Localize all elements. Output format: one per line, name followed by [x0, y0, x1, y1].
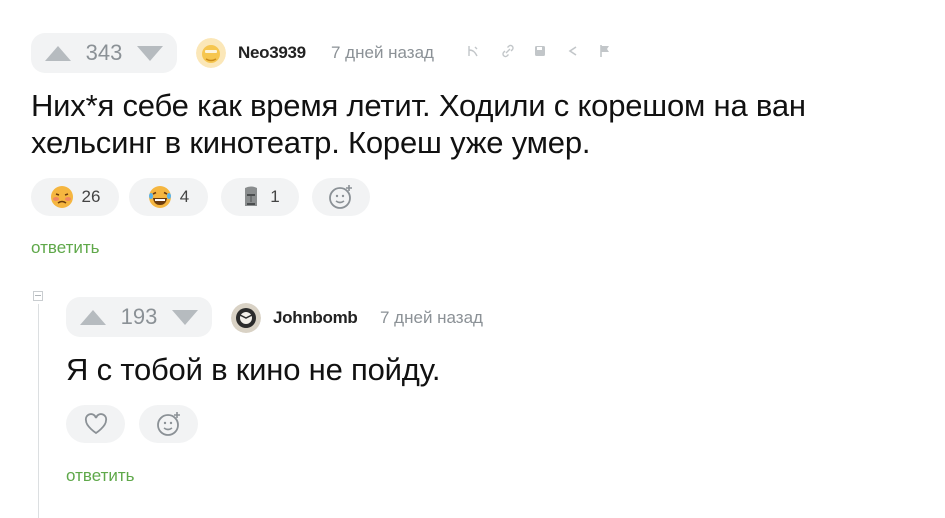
add-reaction-button[interactable] [139, 405, 198, 443]
share-icon[interactable] [566, 44, 580, 61]
reply-link[interactable]: ответить [66, 466, 135, 486]
sad-face-icon [50, 186, 73, 208]
vote-pill: 193 [66, 297, 212, 337]
reaction-laugh[interactable]: 4 [129, 178, 208, 216]
collapse-thread-button[interactable] [33, 291, 43, 301]
add-emoji-icon [156, 412, 180, 436]
add-emoji-icon [329, 185, 352, 209]
reply-link[interactable]: ответить [31, 238, 100, 258]
downvote-icon[interactable] [137, 45, 163, 61]
comment-time[interactable]: 7 дней назад [380, 308, 483, 328]
reaction-count: 4 [179, 187, 190, 206]
avatar[interactable] [231, 303, 261, 333]
reaction-count: 1 [270, 187, 280, 206]
reaction-moai[interactable]: 1 [221, 178, 299, 216]
thread-line[interactable] [38, 304, 39, 518]
branch-icon[interactable] [466, 44, 480, 61]
avatar[interactable] [196, 38, 226, 68]
upvote-icon[interactable] [45, 45, 71, 61]
rating-value: 343 [85, 40, 123, 65]
like-button[interactable] [66, 405, 125, 443]
heart-icon [84, 413, 107, 435]
author-name[interactable]: Neo3939 [238, 43, 306, 63]
comment-text: Них*я себе как время летит. Ходили с кор… [31, 88, 806, 160]
report-flag-icon[interactable] [598, 44, 612, 61]
rating-value: 193 [120, 304, 158, 329]
comment-text: Я с тобой в кино не пойду. [66, 352, 441, 387]
downvote-icon[interactable] [172, 309, 198, 325]
laughing-face-icon [148, 186, 171, 208]
link-icon[interactable] [501, 44, 515, 61]
add-reaction-button[interactable] [312, 178, 370, 216]
reaction-sad[interactable]: 26 [31, 178, 119, 216]
author-name[interactable]: Johnbomb [273, 308, 358, 328]
reaction-count: 26 [81, 187, 101, 206]
upvote-icon[interactable] [80, 309, 106, 325]
vote-pill: 343 [31, 33, 177, 73]
comment-time[interactable]: 7 дней назад [331, 43, 434, 63]
save-icon[interactable] [533, 44, 547, 61]
moai-icon [245, 186, 258, 206]
